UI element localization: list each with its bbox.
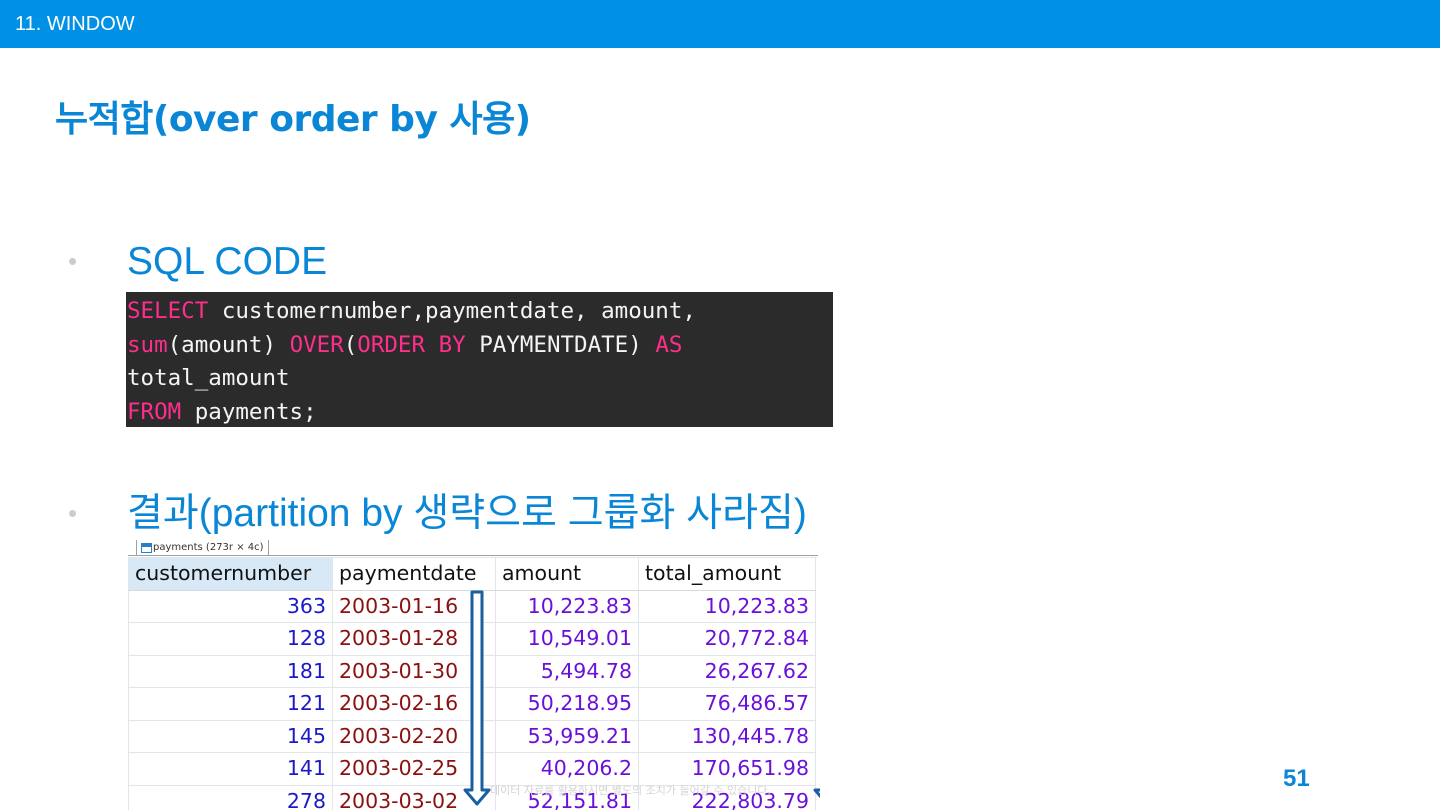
code-keyword: SELECT (127, 298, 209, 324)
code-line: FROM payments; (127, 396, 833, 428)
cell-total-amount[interactable]: 20,772.84 (638, 622, 816, 656)
cell-amount[interactable]: 40,206.2 (495, 752, 639, 786)
cell-amount[interactable]: 10,223.83 (495, 589, 639, 623)
code-keyword: FROM (127, 398, 182, 425)
code-keyword: sum (127, 331, 168, 358)
table-header-row: customernumber paymentdate amount total_… (128, 557, 816, 591)
cell-total-amount[interactable]: 10,223.83 (638, 589, 816, 623)
column-header-amount[interactable]: amount (495, 557, 639, 591)
page-number: 51 (1283, 765, 1310, 792)
code-keyword: ORDER BY (357, 331, 466, 358)
slide-title: 누적합(over order by 사용) (55, 99, 531, 140)
bullet-dot-icon: • (68, 498, 78, 528)
bullet-sql-code: SQL CODE (127, 240, 328, 283)
down-arrow-icon (813, 788, 820, 799)
code-keyword: OVER (289, 331, 344, 358)
header-bar: 11. WINDOW (0, 0, 1440, 48)
cell-total-amount[interactable]: 26,267.62 (638, 654, 816, 688)
column-header-total-amount[interactable]: total_amount (638, 557, 816, 591)
code-keyword: AS (655, 331, 683, 358)
cell-customernumber[interactable]: 141 (128, 752, 333, 786)
code-text: PAYMENTDATE) (465, 331, 656, 358)
code-line: sum(amount) OVER(ORDER BY PAYMENTDATE) A… (127, 329, 833, 363)
down-arrow-icon (463, 590, 491, 806)
code-line: SELECT customernumber,paymentdate, amoun… (127, 295, 833, 329)
code-text: ( (343, 331, 358, 358)
cell-customernumber[interactable]: 363 (128, 589, 333, 623)
bullet-dot-icon: • (68, 246, 78, 276)
code-text: (amount) (167, 331, 290, 358)
table-icon (141, 543, 152, 553)
cell-amount[interactable]: 50,218.95 (495, 687, 639, 721)
footer-note: 데이터 자료를 활용하시면 별도의 조치가 들어갈 수 있습니다. (490, 784, 771, 797)
cell-amount[interactable]: 5,494.78 (495, 654, 639, 688)
section-label: 11. WINDOW (15, 13, 135, 35)
result-tab[interactable]: payments (273r × 4c) (136, 540, 269, 556)
code-text: customernumber,paymentdate, amount, (208, 298, 696, 324)
cell-amount[interactable]: 53,959.21 (495, 719, 639, 753)
code-text: payments; (181, 398, 317, 425)
cell-customernumber[interactable]: 128 (128, 622, 333, 656)
cell-amount[interactable]: 10,549.01 (495, 622, 639, 656)
cell-total-amount[interactable]: 170,651.98 (638, 752, 816, 786)
column-header-customernumber[interactable]: customernumber (128, 557, 333, 591)
result-tab-label: payments (273r × 4c) (153, 542, 264, 553)
cell-total-amount[interactable]: 130,445.78 (638, 719, 816, 753)
cell-customernumber[interactable]: 145 (128, 719, 333, 753)
cell-total-amount[interactable]: 76,486.57 (638, 687, 816, 721)
cell-customernumber[interactable]: 181 (128, 654, 333, 688)
sql-code-block: SELECT customernumber,paymentdate, amoun… (126, 292, 833, 427)
grid-divider (128, 555, 818, 556)
result-grid: payments (273r × 4c) customernumber paym… (128, 540, 820, 810)
bullet-result: 결과(partition by 생략으로 그룹화 사라짐) (127, 492, 807, 535)
column-header-paymentdate[interactable]: paymentdate (332, 557, 496, 591)
code-line: total_amount (127, 362, 833, 396)
cell-customernumber[interactable]: 121 (128, 687, 333, 721)
code-text: total_amount (127, 365, 290, 391)
cell-customernumber[interactable]: 278 (128, 784, 333, 810)
